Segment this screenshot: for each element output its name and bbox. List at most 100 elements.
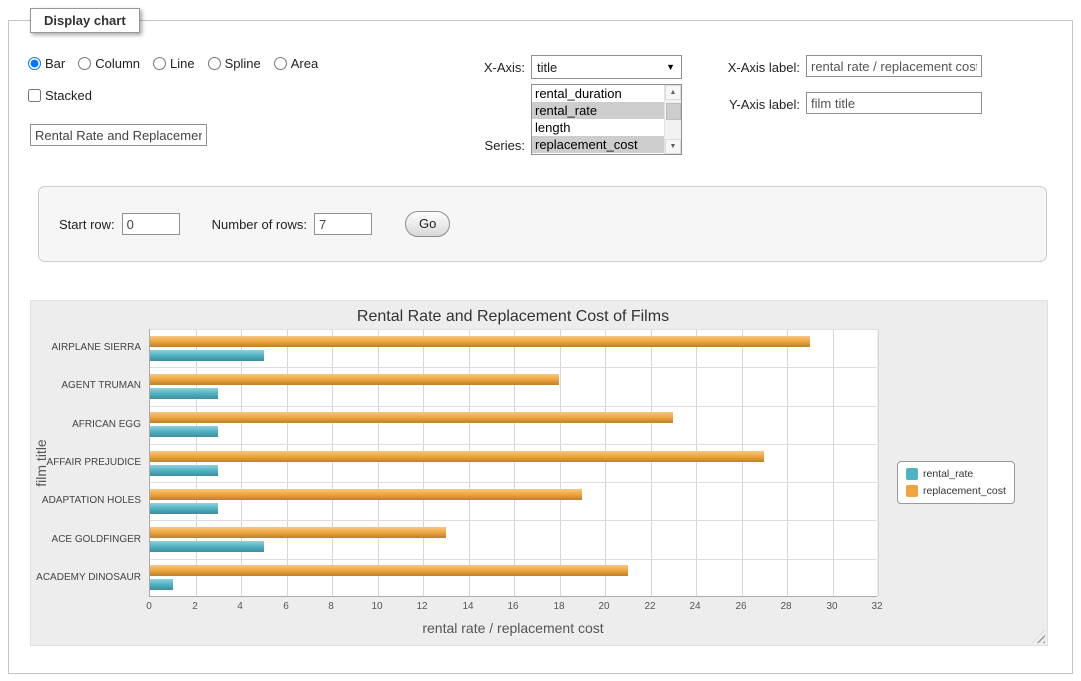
x-axis-tick-label: 2 [180,601,210,612]
chart-plot-area [149,329,877,597]
x-axis-label-input[interactable] [806,55,982,77]
y-axis-category-label: AGENT TRUMAN [35,380,141,391]
gridline-x [196,329,197,596]
y-axis-category-label: AFFAIR PREJUDICE [35,457,141,468]
x-axis-tick-label: 4 [225,601,255,612]
y-axis-category-label: AIRPLANE SIERRA [35,342,141,353]
scrollbar-down-icon[interactable]: ▼ [665,139,681,154]
bar-rental_rate-1[interactable] [150,388,218,399]
chart-type-radio-column[interactable] [78,57,91,70]
y-axis-category-label: AFRICAN EGG [35,419,141,430]
bar-rental_rate-3[interactable] [150,465,218,476]
series-option-replacement_cost[interactable]: replacement_cost [532,136,664,153]
stacked-label: Stacked [45,88,92,103]
x-axis-title: rental rate / replacement cost [149,620,877,636]
chart-type-option-area[interactable]: Area [274,56,318,71]
chart-title-input[interactable] [30,124,207,146]
resize-handle[interactable] [1032,630,1045,643]
gridline-x [423,329,424,596]
bar-replacement_cost-0[interactable] [150,336,810,347]
gridline-y [150,559,877,560]
bar-replacement_cost-1[interactable] [150,374,559,385]
x-axis-tick-label: 16 [498,601,528,612]
stacked-checkbox[interactable] [28,89,41,102]
y-axis-category-label: ACADEMY DINOSAUR [35,572,141,583]
chart-type-label-area: Area [291,56,318,71]
y-axis-label-input[interactable] [806,92,982,114]
bar-rental_rate-5[interactable] [150,541,264,552]
gridline-x [878,329,879,596]
gridline-x [514,329,515,596]
gridline-x [560,329,561,596]
chart-type-option-column[interactable]: Column [78,56,140,71]
gridline-y [150,444,877,445]
series-options: rental_durationrental_ratelengthreplacem… [532,85,664,154]
chart-type-option-bar[interactable]: Bar [28,56,65,71]
chart-type-radio-area[interactable] [274,57,287,70]
number-of-rows-input[interactable] [314,213,372,235]
start-row-label: Start row: [59,217,115,232]
chart-type-radio-spline[interactable] [208,57,221,70]
y-axis-category-label: ADAPTATION HOLES [35,495,141,506]
series-listbox-label: Series: [440,138,525,153]
bar-replacement_cost-6[interactable] [150,565,628,576]
chart-type-label-bar: Bar [45,56,65,71]
row-controls-panel: Start row: Number of rows: Go [38,186,1047,262]
bar-rental_rate-0[interactable] [150,350,264,361]
scrollbar-up-icon[interactable]: ▲ [665,85,681,100]
x-axis-tick-label: 8 [316,601,346,612]
chart-type-radio-bar[interactable] [28,57,41,70]
bar-replacement_cost-5[interactable] [150,527,446,538]
chart-container: Rental Rate and Replacement Cost of Film… [30,300,1048,646]
bar-replacement_cost-3[interactable] [150,451,764,462]
bar-replacement_cost-2[interactable] [150,412,673,423]
gridline-x [787,329,788,596]
bar-replacement_cost-4[interactable] [150,489,582,500]
gridline-y [150,329,877,330]
gridline-x [241,329,242,596]
gridline-x [742,329,743,596]
chart-legend: rental_rate replacement_cost [897,461,1015,504]
chart-type-radio-line[interactable] [153,57,166,70]
start-row-input[interactable] [122,213,180,235]
x-axis-tick-label: 30 [817,601,847,612]
chevron-down-icon: ▼ [666,62,675,72]
series-option-rental_rate[interactable]: rental_rate [532,102,664,119]
gridline-y [150,520,877,521]
gridline-x [696,329,697,596]
series-option-rental_duration[interactable]: rental_duration [532,85,664,102]
x-axis-tick-label: 28 [771,601,801,612]
legend-label-rental_rate: rental_rate [923,468,973,480]
x-axis-tick-label: 18 [544,601,574,612]
x-axis-selected-value: title [537,60,557,75]
gridline-x [651,329,652,596]
series-scrollbar[interactable]: ▲ ▼ [664,85,681,154]
legend-label-replacement_cost: replacement_cost [923,485,1006,497]
x-axis-tick-label: 26 [726,601,756,612]
gridline-x [287,329,288,596]
x-axis-tick-label: 32 [862,601,892,612]
bar-rental_rate-6[interactable] [150,579,173,590]
chart-type-radio-group: Bar Column Line Spline Area [28,56,318,71]
x-axis-tick-label: 10 [362,601,392,612]
series-listbox[interactable]: rental_durationrental_ratelengthreplacem… [531,84,682,155]
chart-type-label-column: Column [95,56,140,71]
stacked-option[interactable]: Stacked [28,88,92,105]
legend-item-replacement_cost[interactable]: replacement_cost [906,485,1006,497]
x-axis-tick-label: 0 [134,601,164,612]
go-button[interactable]: Go [405,211,450,237]
gridline-y [150,406,877,407]
series-option-length[interactable]: length [532,119,664,136]
x-axis-field-label: X-Axis label: [698,60,800,75]
x-axis-tick-label: 6 [271,601,301,612]
bar-rental_rate-4[interactable] [150,503,218,514]
chart-type-option-spline[interactable]: Spline [208,56,261,71]
bar-rental_rate-2[interactable] [150,426,218,437]
y-axis-field-label: Y-Axis label: [698,97,800,112]
number-of-rows-label: Number of rows: [212,217,307,232]
legend-item-rental_rate[interactable]: rental_rate [906,468,1006,480]
chart-type-label-spline: Spline [225,56,261,71]
scrollbar-thumb[interactable] [666,103,681,120]
x-axis-select[interactable]: title ▼ [531,55,682,79]
chart-type-option-line[interactable]: Line [153,56,195,71]
